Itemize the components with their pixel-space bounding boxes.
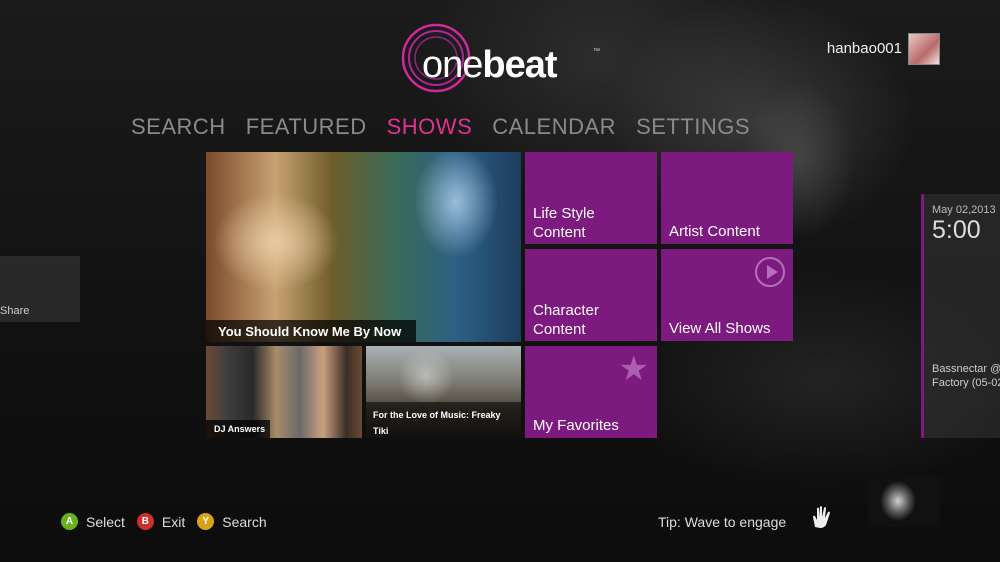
- kinect-tip: Tip: Wave to engage: [658, 514, 787, 530]
- tab-shows[interactable]: SHOWS: [387, 114, 473, 140]
- y-button-icon: Y: [197, 513, 215, 530]
- my-favorites-tile[interactable]: ★ My Favorites: [525, 346, 657, 438]
- show-artist: Bassnectar @: [932, 363, 1000, 375]
- hero-show-tile[interactable]: You Should Know Me By Now: [206, 152, 521, 342]
- main-nav: SEARCH FEATURED SHOWS CALENDAR SETTINGS: [131, 114, 770, 140]
- hand-icon: [813, 506, 830, 528]
- exit-hint: B Exit: [136, 513, 186, 530]
- share-panel[interactable]: Share: [0, 256, 80, 322]
- love-of-music-tile[interactable]: For the Love of Music: Freaky Tiki: [366, 346, 521, 438]
- show-title: Bassnectar @ Factory (05-02: [932, 362, 1000, 390]
- b-button-icon: B: [136, 513, 154, 530]
- logo-word-bold: beat: [482, 44, 557, 86]
- tab-featured[interactable]: FEATURED: [246, 114, 367, 140]
- exit-hint-label: Exit: [161, 513, 186, 530]
- select-hint: A Select: [61, 513, 125, 530]
- search-hint-label: Search: [222, 513, 267, 530]
- view-all-shows-label: View All Shows: [669, 320, 771, 337]
- avatar[interactable]: [908, 33, 940, 65]
- tab-search[interactable]: SEARCH: [131, 114, 226, 140]
- dj-answers-tile[interactable]: DJ Answers: [206, 346, 362, 438]
- artist-content-label: Artist Content: [669, 223, 760, 240]
- controller-hints: A Select B Exit Y Search: [61, 513, 279, 530]
- upcoming-show-panel[interactable]: May 02,2013 5:00 Bassnectar @ Factory (0…: [921, 194, 1000, 438]
- artist-content-tile[interactable]: Artist Content: [661, 152, 793, 244]
- select-hint-label: Select: [86, 513, 125, 530]
- logo-trademark: ™: [593, 48, 600, 55]
- gamertag[interactable]: hanbao001: [827, 40, 902, 57]
- kinect-camera-preview: [868, 477, 940, 527]
- logo-wordmark: onebeat: [422, 44, 558, 87]
- hero-caption: You Should Know Me By Now: [206, 320, 416, 342]
- view-all-shows-tile[interactable]: View All Shows: [661, 249, 793, 341]
- play-icon: [755, 257, 785, 287]
- my-favorites-label: My Favorites: [533, 417, 619, 434]
- share-label: Share: [0, 305, 30, 317]
- tab-calendar[interactable]: CALENDAR: [492, 114, 616, 140]
- search-hint: Y Search: [197, 513, 267, 530]
- tab-settings[interactable]: SETTINGS: [636, 114, 750, 140]
- onebeat-logo: onebeat ™: [400, 22, 610, 94]
- character-content-tile[interactable]: Character Content: [525, 249, 657, 341]
- character-content-label: Character Content: [533, 302, 599, 338]
- love-of-music-caption: For the Love of Music: Freaky Tiki: [366, 402, 521, 438]
- logo-word-light: one: [422, 44, 483, 86]
- life-style-label: Life Style Content: [533, 205, 595, 241]
- dj-answers-caption: DJ Answers: [206, 420, 270, 438]
- life-style-tile[interactable]: Life Style Content: [525, 152, 657, 244]
- star-icon: ★: [618, 350, 649, 388]
- a-button-icon: A: [61, 513, 78, 530]
- show-time: 5:00: [932, 216, 981, 244]
- show-date: May 02,2013: [932, 204, 996, 216]
- show-venue: Factory (05-02: [932, 377, 1000, 389]
